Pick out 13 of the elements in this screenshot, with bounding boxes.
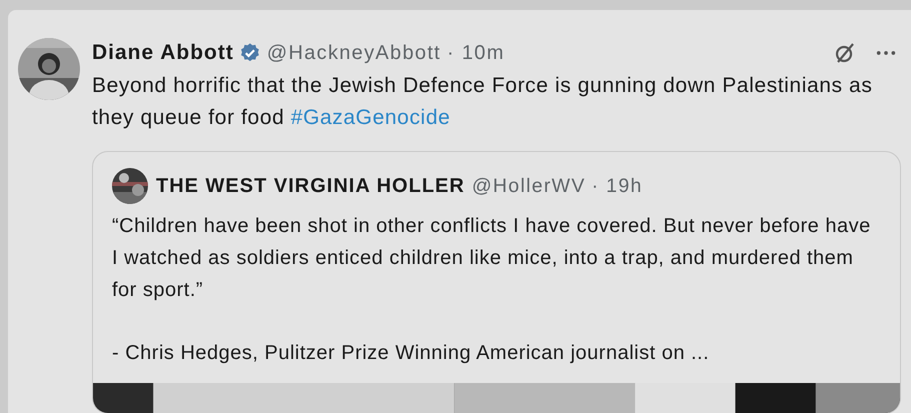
- more-icon[interactable]: [875, 49, 897, 57]
- quoted-author-name[interactable]: THE WEST VIRGINIA HOLLER: [156, 174, 465, 198]
- slashed-circle-icon[interactable]: [833, 41, 857, 65]
- quoted-author-handle[interactable]: @HollerWV: [472, 174, 586, 198]
- author-name[interactable]: Diane Abbott: [92, 41, 234, 65]
- quoted-post[interactable]: [92, 151, 901, 413]
- post-text: Beyond horrific that the Jewish Defence Force is gunning down Palestinians as they queue for food #GazaGenocide: [92, 73, 874, 131]
- hashtag-link[interactable]: #GazaGenocide: [290, 106, 450, 129]
- post-time[interactable]: · 10m: [447, 42, 505, 64]
- author-handle[interactable]: @HackneyAbbott: [266, 42, 442, 64]
- quoted-text: - Chris Hedges, Pulitzer Prize Winning American journalist on ...: [111, 341, 710, 366]
- quoted-post-time[interactable]: · 19h: [592, 174, 643, 198]
- quoted-text: “Children have been shot in other conflicts I have covered. But never before have I watched as soldiers enticed children like mice, into a trap, and murdered them for sport.”: [111, 214, 872, 303]
